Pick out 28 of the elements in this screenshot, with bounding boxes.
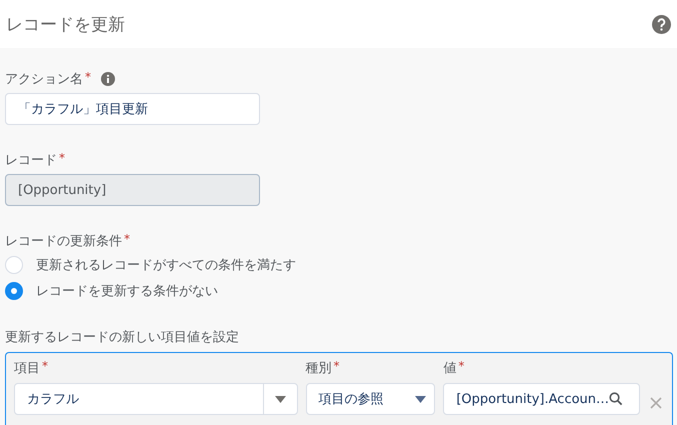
field-label: レコード — [5, 152, 57, 169]
type-select[interactable]: 項目の参照 — [306, 383, 436, 415]
field-label: アクション名 — [5, 71, 83, 88]
record-input: [Opportunity] — [5, 174, 260, 206]
radio-label: 更新されるレコードがすべての条件を満たす — [36, 257, 296, 274]
help-icon[interactable] — [652, 14, 671, 34]
radio-label: レコードを更新する条件がない — [36, 283, 218, 300]
search-icon — [609, 392, 624, 406]
field-label: 項目 — [14, 360, 40, 377]
caret-icon — [415, 396, 426, 402]
info-icon[interactable] — [101, 72, 115, 86]
required-mark: * — [42, 359, 48, 373]
section-label: 更新するレコードの新しい項目値を設定 — [5, 329, 239, 346]
lookup-field[interactable]: [Opportunity].Accoun… — [443, 383, 640, 415]
radio-button[interactable] — [5, 282, 23, 300]
required-mark: * — [59, 151, 65, 165]
field-label: 値 — [443, 360, 456, 377]
required-mark: * — [334, 359, 340, 373]
required-mark: * — [458, 359, 464, 373]
required-mark: * — [124, 232, 130, 246]
caret-icon — [274, 396, 286, 402]
field-label: 種別 — [306, 360, 332, 377]
action-name-input[interactable]: 「カラフル」項目更新 — [5, 93, 260, 125]
field-combobox[interactable]: カラフル — [14, 383, 298, 415]
dialog-title: レコードを更新 — [6, 14, 125, 36]
field-label: レコードの更新条件 — [5, 233, 122, 250]
remove-button[interactable] — [648, 395, 664, 411]
required-mark: * — [85, 70, 91, 84]
